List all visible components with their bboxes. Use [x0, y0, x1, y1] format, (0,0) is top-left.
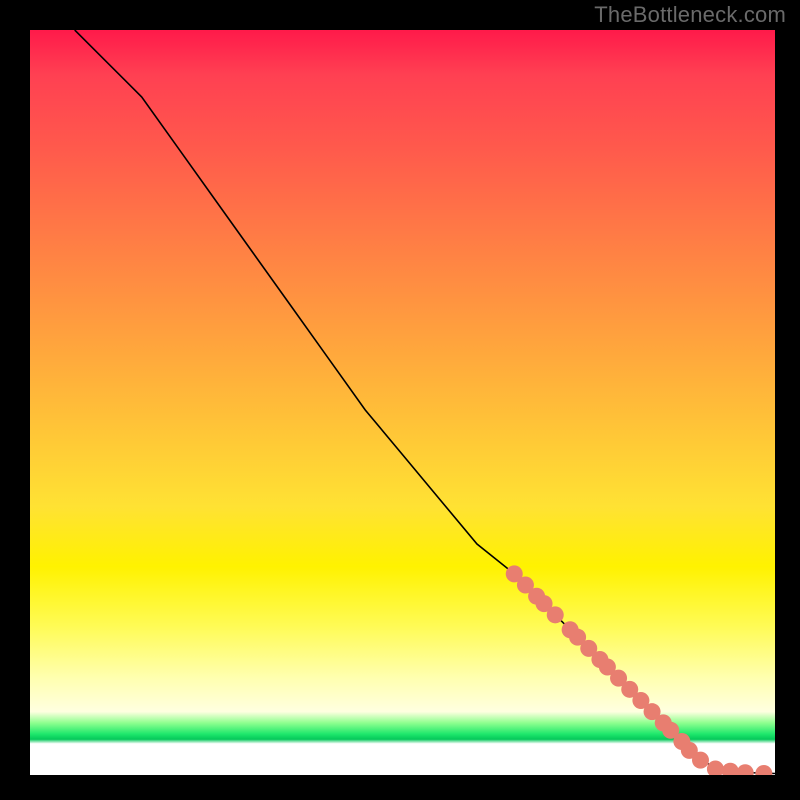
- data-marker: [707, 761, 724, 775]
- data-marker: [692, 752, 709, 769]
- chart-stage: TheBottleneck.com: [0, 0, 800, 800]
- data-marker: [547, 606, 564, 623]
- data-marker: [737, 764, 754, 775]
- curve-svg: [30, 30, 775, 775]
- data-marker: [755, 765, 772, 775]
- data-marker: [722, 763, 739, 775]
- plot-area: [30, 30, 775, 775]
- bottleneck-curve: [75, 30, 775, 774]
- marker-group: [506, 565, 773, 775]
- watermark-text: TheBottleneck.com: [594, 2, 786, 28]
